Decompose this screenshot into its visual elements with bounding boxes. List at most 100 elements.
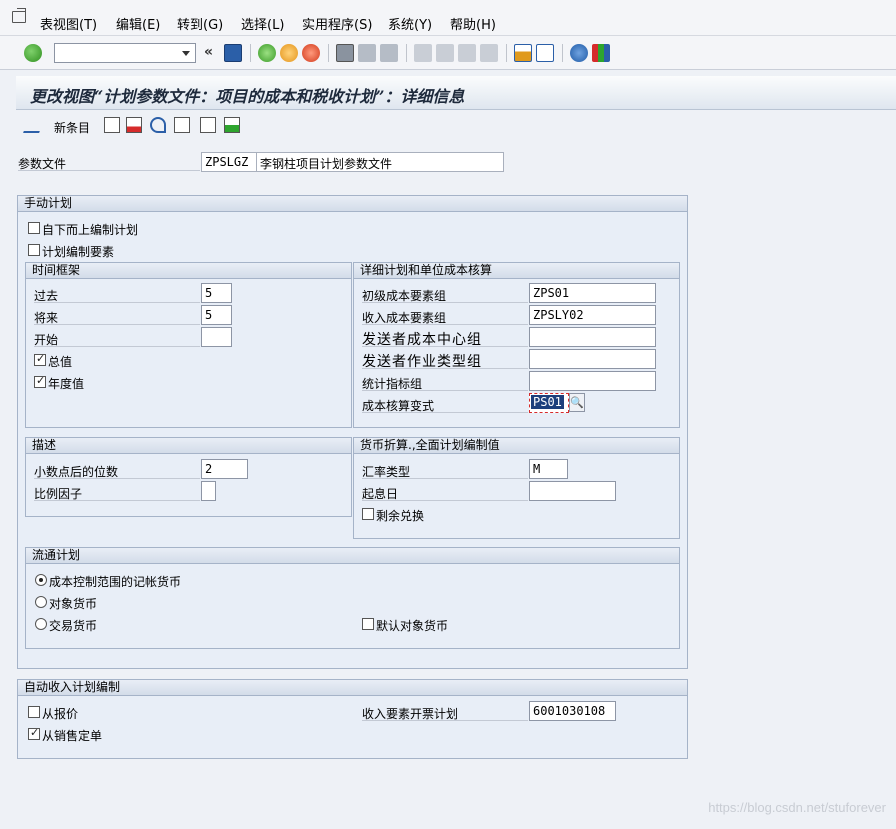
plan-elements-label: 计划编制要素 — [42, 245, 115, 259]
label-underline — [34, 346, 200, 347]
cancel-icon[interactable] — [302, 44, 320, 62]
scaling-factor-field[interactable] — [201, 481, 216, 501]
default-object-currency-label: 默认对象货币 — [376, 619, 449, 633]
display-change-icon[interactable] — [23, 117, 45, 133]
label-underline — [362, 500, 528, 501]
delete-icon[interactable] — [126, 117, 142, 133]
select-all-icon[interactable] — [224, 117, 240, 133]
past-field[interactable]: 5 — [201, 283, 232, 303]
standard-toolbar: « — [0, 36, 896, 70]
search-help-icon[interactable]: 🔍 — [569, 393, 585, 412]
find-next-icon[interactable] — [380, 44, 398, 62]
bottom-up-checkbox[interactable] — [28, 222, 40, 234]
billing-plan-revenue-element-field[interactable]: 6001030108 — [529, 701, 616, 721]
last-page-icon[interactable] — [480, 44, 498, 62]
time-frame-group: 时间框架 — [25, 262, 352, 428]
label-underline — [34, 302, 200, 303]
bottom-up-label: 自下而上编制计划 — [42, 223, 139, 237]
costing-variant-field[interactable]: PS01 — [529, 393, 569, 413]
first-page-icon[interactable] — [414, 44, 432, 62]
application-toolbar: 新条目 — [16, 112, 896, 140]
next-page-icon[interactable] — [458, 44, 476, 62]
from-sales-order-label: 从销售定单 — [42, 729, 103, 743]
value-date-field[interactable] — [529, 481, 616, 501]
print-icon[interactable] — [336, 44, 354, 62]
default-object-currency-checkbox[interactable] — [362, 618, 374, 630]
shortcut-icon[interactable] — [536, 44, 554, 62]
page-title: 更改视图“计划参数文件：项目的成本和税收计划”：详细信息 — [30, 87, 465, 106]
remaining-translation-label: 剩余兑换 — [376, 509, 425, 523]
overall-checkbox[interactable] — [34, 352, 46, 366]
label-underline — [34, 324, 200, 325]
label-underline — [362, 302, 528, 303]
help-icon[interactable] — [570, 44, 588, 62]
decimal-places-field[interactable]: 2 — [201, 459, 248, 479]
toolbar-separator — [328, 44, 329, 62]
layout-icon[interactable] — [592, 44, 610, 62]
menu-edit[interactable]: 编辑(E) — [116, 14, 160, 33]
group-header: 详细计划和单位成本核算 — [354, 263, 679, 279]
annual-label: 年度值 — [48, 377, 85, 391]
group-header: 自动收入计划编制 — [18, 680, 687, 696]
system-menu-icon[interactable] — [12, 8, 26, 23]
enter-icon[interactable] — [24, 44, 42, 62]
new-session-icon[interactable] — [514, 44, 532, 62]
exchange-rate-type-field[interactable]: M — [529, 459, 568, 479]
copy-icon[interactable] — [104, 117, 120, 133]
group-header: 时间框架 — [26, 263, 351, 279]
controlling-area-currency-radio[interactable] — [35, 574, 47, 586]
group-header: 手动计划 — [18, 196, 687, 212]
title-bar: 更改视图“计划参数文件：项目的成本和税收计划”：详细信息 — [16, 76, 896, 110]
profile-code-field[interactable]: ZPSLGZ — [201, 152, 257, 172]
find-icon[interactable] — [358, 44, 376, 62]
primary-cost-field[interactable]: ZPS01 — [529, 283, 656, 303]
prev-entry-icon[interactable] — [174, 117, 190, 133]
sender-cost-center-field[interactable] — [529, 327, 656, 347]
future-field[interactable]: 5 — [201, 305, 232, 325]
exit-icon[interactable] — [280, 44, 298, 62]
command-field[interactable] — [54, 43, 196, 63]
save-icon[interactable] — [224, 44, 242, 62]
statistical-key-figure-field[interactable] — [529, 371, 656, 391]
label-underline — [34, 500, 200, 501]
prev-page-icon[interactable] — [436, 44, 454, 62]
menu-selection[interactable]: 选择(L) — [241, 14, 284, 33]
start-field[interactable] — [201, 327, 232, 347]
plan-elements-checkbox[interactable] — [28, 244, 40, 256]
new-entries-button[interactable]: 新条目 — [54, 119, 90, 136]
label-underline — [362, 720, 528, 721]
toolbar-separator — [506, 44, 507, 62]
menu-bar: 表视图(T) 编辑(E) 转到(G) 选择(L) 实用程序(S) 系统(Y) 帮… — [0, 0, 896, 36]
profile-description-field: 李钢柱项目计划参数文件 — [256, 152, 504, 172]
object-currency-label: 对象货币 — [49, 597, 98, 611]
chevron-down-icon[interactable] — [182, 51, 190, 56]
revenue-cost-field[interactable]: ZPSLY02 — [529, 305, 656, 325]
label-underline — [34, 478, 200, 479]
menu-utilities[interactable]: 实用程序(S) — [302, 14, 372, 33]
menu-table-view[interactable]: 表视图(T) — [40, 14, 97, 33]
menu-help[interactable]: 帮助(H) — [450, 14, 496, 33]
transaction-currency-radio[interactable] — [35, 618, 47, 630]
toolbar-separator — [406, 44, 407, 62]
transaction-currency-label: 交易货币 — [49, 619, 98, 633]
collapse-icon[interactable]: « — [204, 44, 213, 60]
controlling-area-currency-label: 成本控制范围的记帐货币 — [49, 575, 182, 589]
group-header: 流通计划 — [26, 548, 679, 564]
menu-system[interactable]: 系统(Y) — [388, 14, 432, 33]
undo-icon[interactable] — [150, 117, 166, 133]
menu-goto[interactable]: 转到(G) — [177, 14, 223, 33]
currency-plan-group: 流通计划 — [25, 547, 680, 649]
remaining-translation-checkbox[interactable] — [362, 508, 374, 520]
label-underline — [362, 412, 528, 413]
next-entry-icon[interactable] — [200, 117, 216, 133]
sender-activity-field[interactable] — [529, 349, 656, 369]
costing-variant-value: PS01 — [531, 395, 564, 409]
from-quotation-label: 从报价 — [42, 707, 79, 721]
group-header: 描述 — [26, 438, 351, 454]
from-sales-order-checkbox[interactable] — [28, 726, 40, 740]
label-underline — [362, 346, 528, 347]
from-quotation-checkbox[interactable] — [28, 706, 40, 718]
back-icon[interactable] — [258, 44, 276, 62]
object-currency-radio[interactable] — [35, 596, 47, 608]
annual-checkbox[interactable] — [34, 374, 46, 388]
